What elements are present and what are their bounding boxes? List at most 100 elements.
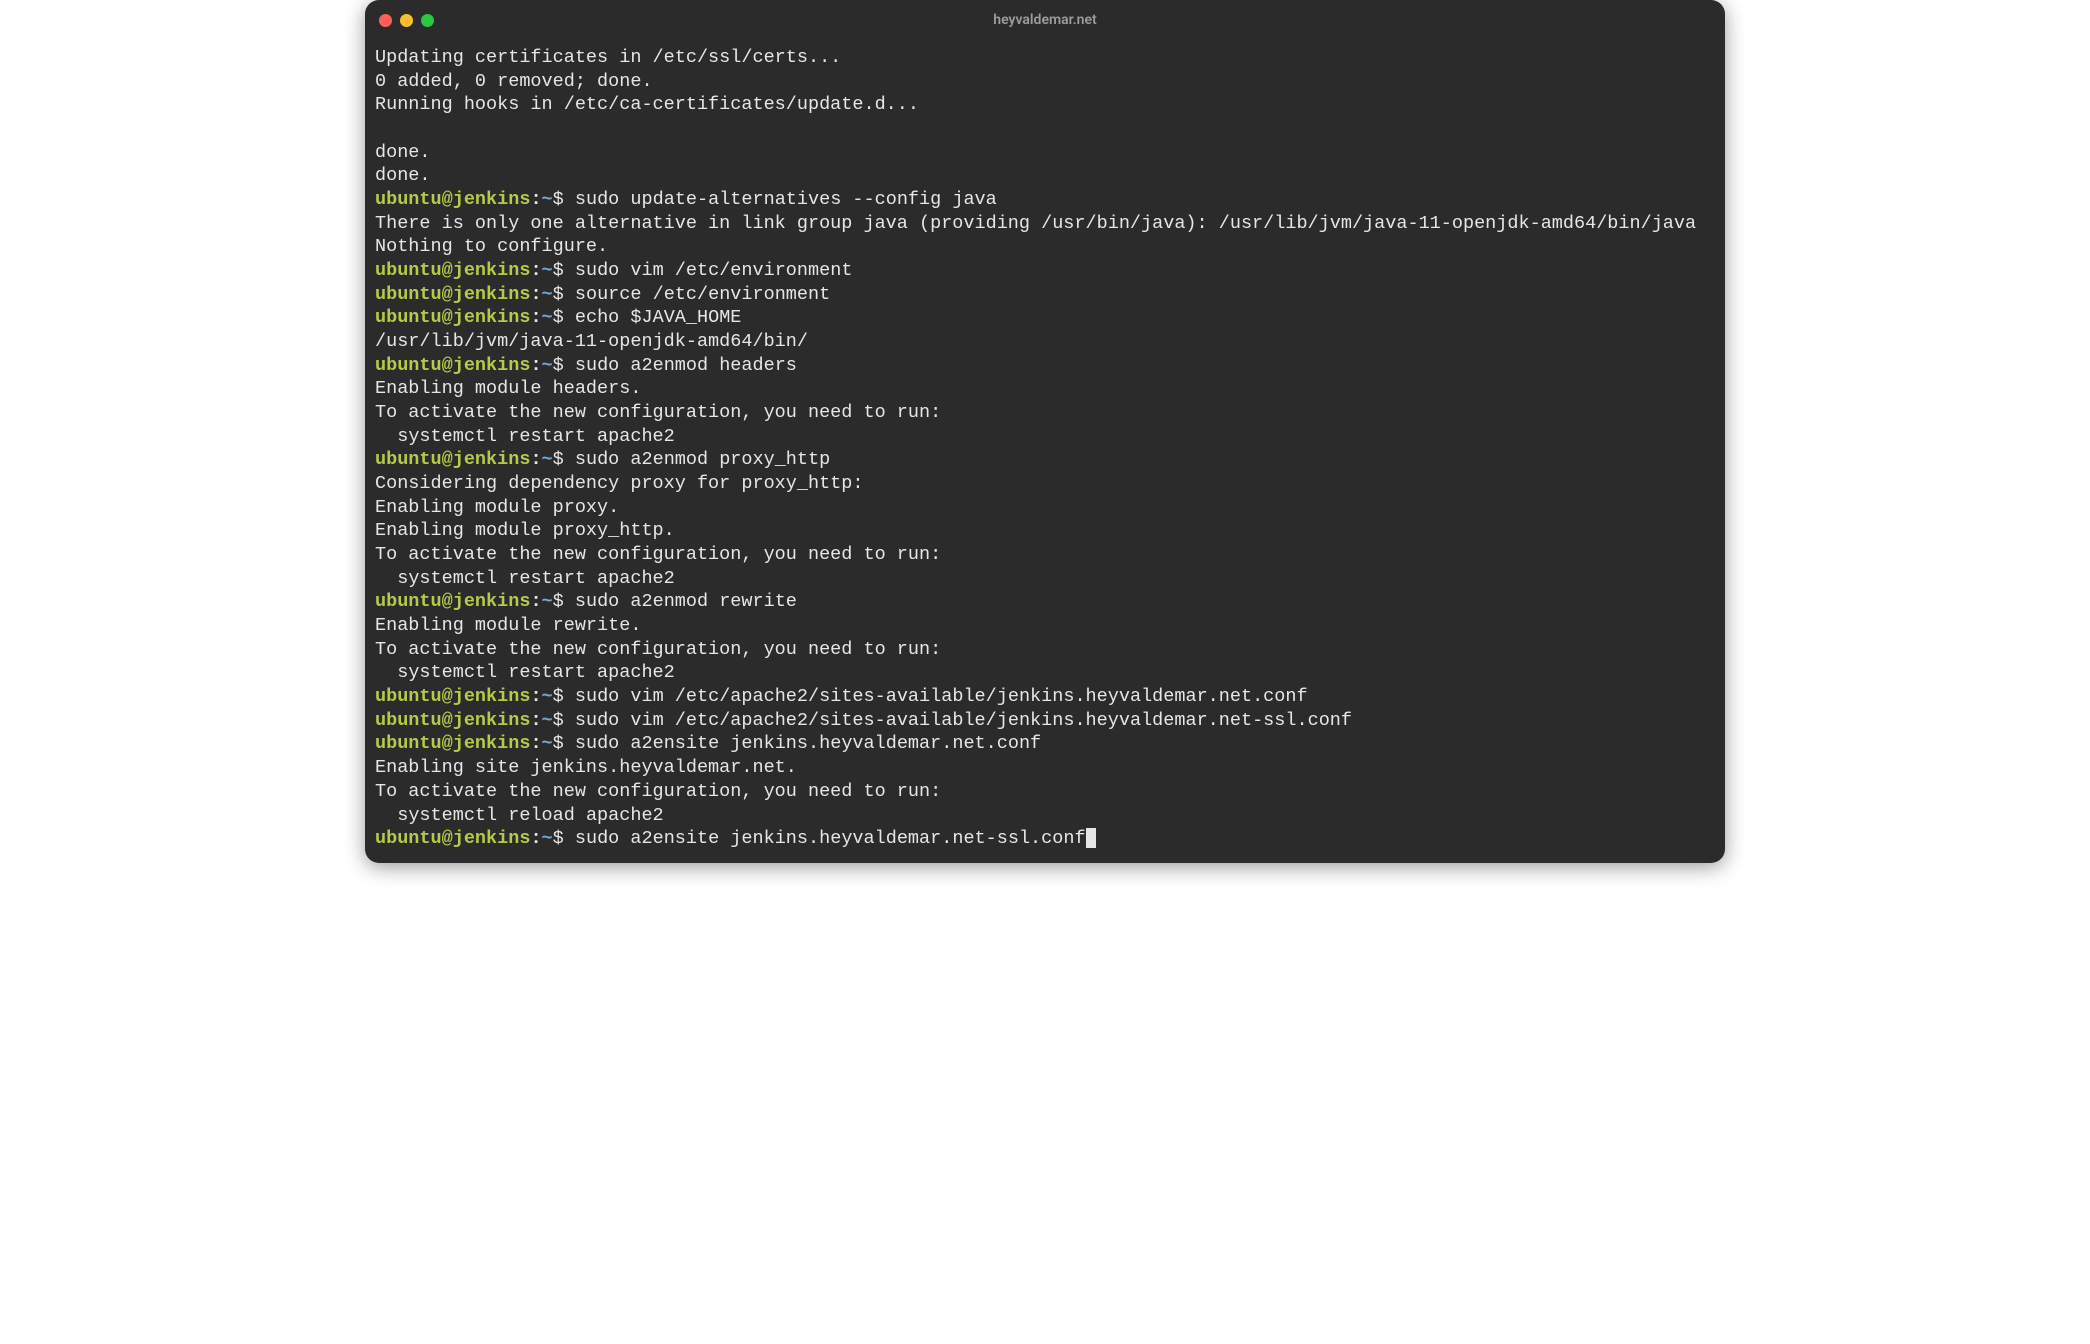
output-text: There is only one alternative in link gr… [375, 213, 1696, 234]
prompt-colon: : [530, 260, 541, 281]
command-text: sudo vim /etc/environment [575, 260, 853, 281]
prompt-path: ~ [542, 686, 553, 707]
prompt-symbol: $ [553, 284, 575, 305]
output-text: systemctl restart apache2 [375, 426, 675, 447]
output-text: To activate the new configuration, you n… [375, 781, 941, 802]
command-text: sudo vim /etc/apache2/sites-available/je… [575, 686, 1308, 707]
output-text: systemctl reload apache2 [375, 805, 664, 826]
prompt-user-host: ubuntu@jenkins [375, 355, 530, 376]
output-text: done. [375, 165, 431, 186]
terminal-output-line: systemctl restart apache2 [375, 661, 1715, 685]
output-text: systemctl restart apache2 [375, 568, 675, 589]
terminal-command-line: ubuntu@jenkins:~$ sudo a2enmod headers [375, 354, 1715, 378]
command-text: sudo a2enmod rewrite [575, 591, 797, 612]
output-text: Enabling module headers. [375, 378, 641, 399]
maximize-icon[interactable] [421, 14, 434, 27]
terminal-output-line: systemctl restart apache2 [375, 425, 1715, 449]
terminal-window: heyvaldemar.net Updating certificates in… [365, 0, 1725, 863]
output-text: Enabling site jenkins.heyvaldemar.net. [375, 757, 797, 778]
command-text: sudo vim /etc/apache2/sites-available/je… [575, 710, 1352, 731]
prompt-path: ~ [542, 591, 553, 612]
terminal-output-line [375, 117, 1715, 141]
output-text: To activate the new configuration, you n… [375, 544, 941, 565]
command-text: sudo a2ensite jenkins.heyvaldemar.net.co… [575, 733, 1041, 754]
command-text: sudo a2enmod headers [575, 355, 797, 376]
terminal-output-line: Considering dependency proxy for proxy_h… [375, 472, 1715, 496]
terminal-output-line: Nothing to configure. [375, 235, 1715, 259]
prompt-user-host: ubuntu@jenkins [375, 710, 530, 731]
terminal-output-line: Running hooks in /etc/ca-certificates/up… [375, 93, 1715, 117]
terminal-body[interactable]: Updating certificates in /etc/ssl/certs.… [365, 40, 1725, 863]
prompt-colon: : [530, 686, 541, 707]
prompt-colon: : [530, 710, 541, 731]
terminal-output-line: systemctl restart apache2 [375, 567, 1715, 591]
terminal-command-line: ubuntu@jenkins:~$ sudo a2enmod proxy_htt… [375, 448, 1715, 472]
command-text: sudo a2enmod proxy_http [575, 449, 830, 470]
output-text: done. [375, 142, 431, 163]
prompt-symbol: $ [553, 733, 575, 754]
prompt-colon: : [530, 733, 541, 754]
terminal-command-line: ubuntu@jenkins:~$ sudo a2enmod rewrite [375, 590, 1715, 614]
prompt-user-host: ubuntu@jenkins [375, 284, 530, 305]
traffic-lights [379, 14, 434, 27]
output-text: Enabling module proxy. [375, 497, 619, 518]
terminal-output-line: Enabling module proxy_http. [375, 519, 1715, 543]
prompt-symbol: $ [553, 189, 575, 210]
prompt-colon: : [530, 355, 541, 376]
prompt-path: ~ [542, 307, 553, 328]
prompt-symbol: $ [553, 828, 575, 849]
prompt-user-host: ubuntu@jenkins [375, 307, 530, 328]
terminal-output-line: To activate the new configuration, you n… [375, 543, 1715, 567]
output-text: Enabling module rewrite. [375, 615, 641, 636]
prompt-symbol: $ [553, 591, 575, 612]
prompt-path: ~ [542, 828, 553, 849]
terminal-output-line: There is only one alternative in link gr… [375, 212, 1715, 236]
terminal-output-line: Enabling module rewrite. [375, 614, 1715, 638]
prompt-symbol: $ [553, 686, 575, 707]
output-text: /usr/lib/jvm/java-11-openjdk-amd64/bin/ [375, 331, 808, 352]
terminal-output-line: To activate the new configuration, you n… [375, 780, 1715, 804]
output-text: Considering dependency proxy for proxy_h… [375, 473, 863, 494]
terminal-command-line: ubuntu@jenkins:~$ sudo a2ensite jenkins.… [375, 827, 1715, 851]
prompt-user-host: ubuntu@jenkins [375, 449, 530, 470]
terminal-output-line: systemctl reload apache2 [375, 804, 1715, 828]
cursor-icon [1086, 828, 1096, 848]
terminal-command-line: ubuntu@jenkins:~$ source /etc/environmen… [375, 283, 1715, 307]
prompt-colon: : [530, 189, 541, 210]
prompt-path: ~ [542, 260, 553, 281]
terminal-command-line: ubuntu@jenkins:~$ sudo vim /etc/apache2/… [375, 685, 1715, 709]
terminal-output-line: done. [375, 164, 1715, 188]
minimize-icon[interactable] [400, 14, 413, 27]
prompt-symbol: $ [553, 260, 575, 281]
output-text [375, 118, 386, 139]
prompt-symbol: $ [553, 710, 575, 731]
close-icon[interactable] [379, 14, 392, 27]
output-text: To activate the new configuration, you n… [375, 639, 941, 660]
command-text: sudo update-alternatives --config java [575, 189, 997, 210]
prompt-user-host: ubuntu@jenkins [375, 686, 530, 707]
prompt-colon: : [530, 284, 541, 305]
command-text: source /etc/environment [575, 284, 830, 305]
terminal-output-line: 0 added, 0 removed; done. [375, 70, 1715, 94]
prompt-path: ~ [542, 733, 553, 754]
terminal-command-line: ubuntu@jenkins:~$ sudo vim /etc/environm… [375, 259, 1715, 283]
prompt-colon: : [530, 449, 541, 470]
output-text: Enabling module proxy_http. [375, 520, 675, 541]
terminal-output-line: To activate the new configuration, you n… [375, 638, 1715, 662]
terminal-command-line: ubuntu@jenkins:~$ echo $JAVA_HOME [375, 306, 1715, 330]
prompt-colon: : [530, 828, 541, 849]
output-text: systemctl restart apache2 [375, 662, 675, 683]
prompt-path: ~ [542, 449, 553, 470]
terminal-output-line: Updating certificates in /etc/ssl/certs.… [375, 46, 1715, 70]
prompt-colon: : [530, 307, 541, 328]
output-text: To activate the new configuration, you n… [375, 402, 941, 423]
terminal-output-line: done. [375, 141, 1715, 165]
prompt-user-host: ubuntu@jenkins [375, 828, 530, 849]
output-text: Updating certificates in /etc/ssl/certs.… [375, 47, 841, 68]
prompt-user-host: ubuntu@jenkins [375, 591, 530, 612]
terminal-output-line: Enabling module headers. [375, 377, 1715, 401]
prompt-path: ~ [542, 284, 553, 305]
command-text: echo $JAVA_HOME [575, 307, 742, 328]
titlebar: heyvaldemar.net [365, 0, 1725, 40]
window-title: heyvaldemar.net [365, 12, 1725, 28]
